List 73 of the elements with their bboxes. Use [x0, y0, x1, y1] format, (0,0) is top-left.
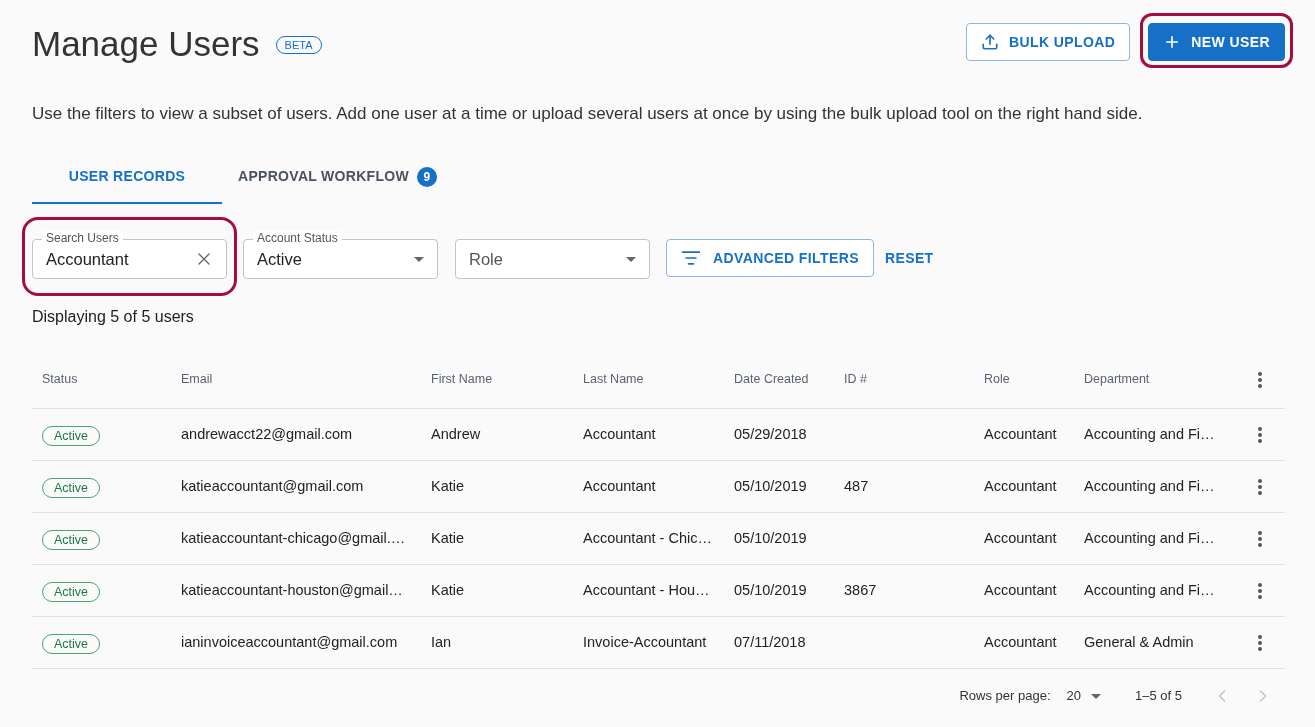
more-icon [1257, 582, 1262, 599]
table-cell-text: Katie [431, 476, 465, 496]
table-cell-text: andrewacct22@gmail.com [181, 424, 353, 444]
more-icon [1257, 530, 1262, 547]
row-menu-button[interactable] [1255, 476, 1264, 497]
table-cell-text: Accountant [583, 476, 656, 496]
table-cell-text: 05/10/2019 [734, 476, 807, 496]
filter-icon [681, 248, 701, 268]
field-label: Search Users [42, 231, 123, 245]
page-title: Manage Users [32, 23, 260, 65]
row-menu-button[interactable] [1255, 580, 1264, 601]
table-cell-text: Accountant [984, 580, 1057, 600]
table-cell-text: 3867 [844, 580, 877, 600]
row-menu-button[interactable] [1255, 424, 1264, 445]
table-cell-text: General & Admin [1084, 632, 1194, 652]
table-cell-text: Ian [431, 632, 452, 652]
table-cell-text: 05/10/2019 [734, 528, 807, 548]
table-cell-text: 05/29/2018 [734, 424, 807, 444]
table-cell-text: 487 [844, 476, 869, 496]
table-cell-text: Accounting and Fi… [1084, 528, 1215, 548]
table-cell-text: Katie [431, 528, 465, 548]
table-cell-text: katieaccountant@gmail.com [181, 476, 364, 496]
table-cell-text: Accountant [984, 424, 1057, 444]
table-cell-text: ianinvoiceaccountant@gmail.com [181, 632, 398, 652]
more-icon [1257, 426, 1262, 443]
column-header: Role [984, 371, 1010, 389]
row-menu-button[interactable] [1255, 528, 1264, 549]
upload-icon [981, 33, 1000, 51]
caret-icon [1091, 693, 1101, 699]
new-user-button[interactable]: NEW USER [1148, 23, 1285, 61]
rows-per-page-label: Rows per page: [959, 687, 1051, 706]
table-cell-text: Accountant [984, 528, 1057, 548]
advanced-filters-button[interactable]: ADVANCED FILTERS [666, 239, 874, 277]
caret-icon [414, 256, 424, 262]
table-cell-text: Accounting and Fi… [1084, 424, 1215, 444]
table-cell-text: 05/10/2019 [734, 580, 807, 600]
table-cell-text: Invoice-Accountant [583, 632, 707, 652]
table-cell-text: Accountant [583, 424, 656, 444]
table-cell-text: Accounting and Fi… [1084, 580, 1215, 600]
reset-button[interactable]: RESET [881, 239, 937, 277]
tab[interactable]: USER RECORDS [32, 151, 222, 204]
field-label: Account Status [253, 231, 342, 245]
caret-icon [626, 256, 636, 262]
tab[interactable]: APPROVAL WORKFLOW 9 [222, 151, 453, 204]
description-text: Use the filters to view a subset of users. Add one user at a time or upload several users at once by using the bulk upload tool on the right hand side. [32, 103, 1143, 125]
table-cell-text: Katie [431, 580, 465, 600]
column-header: Date Created [734, 371, 809, 389]
more-icon [1257, 634, 1262, 651]
row-menu-button[interactable] [1255, 632, 1264, 653]
table-cell-text: Accounting and Fi… [1084, 476, 1215, 496]
column-header: Department [1084, 371, 1150, 389]
table-cell-text: Accountant - Chic… [583, 528, 712, 548]
table-cell-text: Andrew [431, 424, 481, 444]
more-icon [1257, 371, 1262, 388]
page-range: 1–5 of 5 [1135, 687, 1182, 706]
count-badge: 9 [417, 166, 437, 187]
table-cell-text: 07/11/2018 [734, 632, 806, 652]
table-cell-text: Accountant - Hou… [583, 580, 710, 600]
table-cell-text: Accountant [984, 476, 1057, 496]
column-header: Last Name [583, 371, 644, 389]
column-header: Email [181, 371, 213, 389]
table-cell-text: Accountant [984, 632, 1057, 652]
table-cell-text: katieaccountant-houston@gmail… [181, 580, 403, 600]
rows-per-page-select[interactable]: 20 [1066, 686, 1101, 706]
more-icon [1257, 478, 1262, 495]
column-header: First Name [431, 371, 493, 389]
column-menu-button[interactable] [1255, 369, 1264, 390]
dropdown[interactable]: Role [455, 239, 650, 279]
column-header: Status [42, 371, 78, 389]
table-cell-text: katieaccountant-chicago@gmail.… [181, 528, 406, 548]
bulk-upload-button[interactable]: BULK UPLOAD [966, 23, 1131, 61]
result-count: Displaying 5 of 5 users [32, 307, 194, 327]
column-header: ID # [844, 371, 867, 389]
